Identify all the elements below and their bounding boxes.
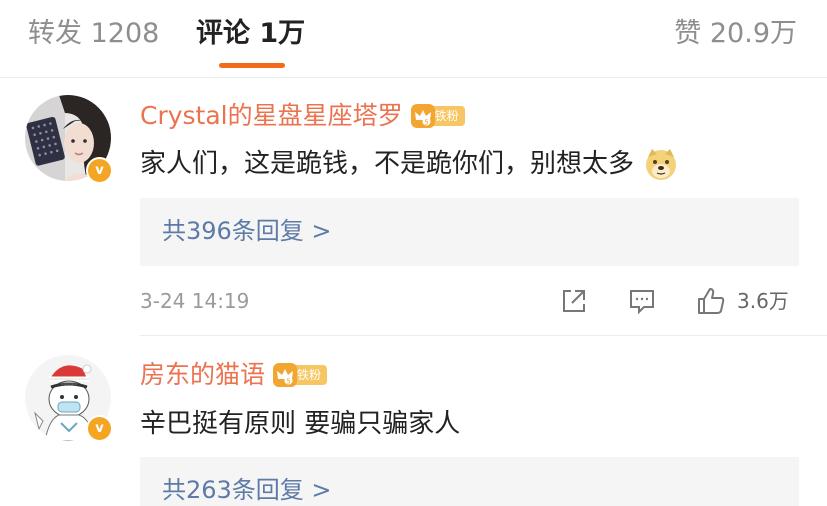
comment-meta: 3-24 14:19 3.6万 [140, 286, 800, 316]
comment-item: v Crystal的星盘星座塔罗 5 铁粉 家人们，这是跪钱，不是跪你们，别想太… [0, 78, 827, 335]
tab-comments[interactable]: 评论 1万 [196, 16, 305, 52]
fan-badge: 5 铁粉 [410, 104, 465, 128]
view-replies-link[interactable]: 共263条回复 > [162, 473, 332, 506]
svg-text:5: 5 [286, 377, 290, 385]
thumbs-up-icon[interactable] [696, 286, 726, 316]
svg-text:▪▪▪▪▪: ▪▪▪▪▪ [61, 381, 78, 387]
svg-text:5: 5 [424, 118, 428, 126]
tab-repost[interactable]: 转发 1208 [28, 16, 159, 52]
doge-emoji-icon [644, 147, 678, 181]
comment-text-row: 家人们，这是跪钱，不是跪你们，别想太多 [140, 146, 678, 182]
comment-item: ▪▪▪▪▪ v 房东的猫语 5 铁粉 辛巴挺有原则 要骗只骗家人 共263条回复… [0, 336, 827, 506]
fan-badge: 5 铁粉 [273, 363, 328, 387]
comment-username[interactable]: Crystal的星盘星座塔罗 [140, 99, 403, 133]
comment-tab-bar: 转发 1208 评论 1万 赞 20.9万 [0, 0, 827, 78]
comment-text: 辛巴挺有原则 要骗只骗家人 [140, 409, 461, 439]
active-tab-indicator [219, 63, 285, 68]
username-row: 房东的猫语 5 铁粉 [140, 357, 328, 393]
crown-icon: 5 [410, 104, 435, 128]
username-row: Crystal的星盘星座塔罗 5 铁粉 [140, 98, 465, 134]
fan-badge-label: 铁粉 [430, 106, 465, 126]
verified-badge-icon: v [86, 415, 113, 442]
replies-box: 共263条回复 > [140, 457, 799, 506]
comment-username[interactable]: 房东的猫语 [140, 358, 265, 392]
fan-badge-label: 铁粉 [293, 365, 328, 385]
comment-text-row: 辛巴挺有原则 要骗只骗家人 [140, 406, 460, 442]
replies-box: 共396条回复 > [140, 198, 799, 266]
view-replies-link[interactable]: 共396条回复 > [162, 214, 332, 248]
comment-reply-icon[interactable] [627, 286, 657, 316]
like-count: 3.6万 [737, 289, 789, 313]
verified-badge-icon: v [86, 157, 113, 184]
comment-text: 家人们，这是跪钱，不是跪你们，别想太多 [140, 149, 635, 179]
comment-timestamp: 3-24 14:19 [140, 289, 250, 313]
share-icon[interactable] [559, 286, 589, 316]
crown-icon: 5 [273, 363, 298, 387]
tab-likes[interactable]: 赞 20.9万 [674, 16, 797, 52]
